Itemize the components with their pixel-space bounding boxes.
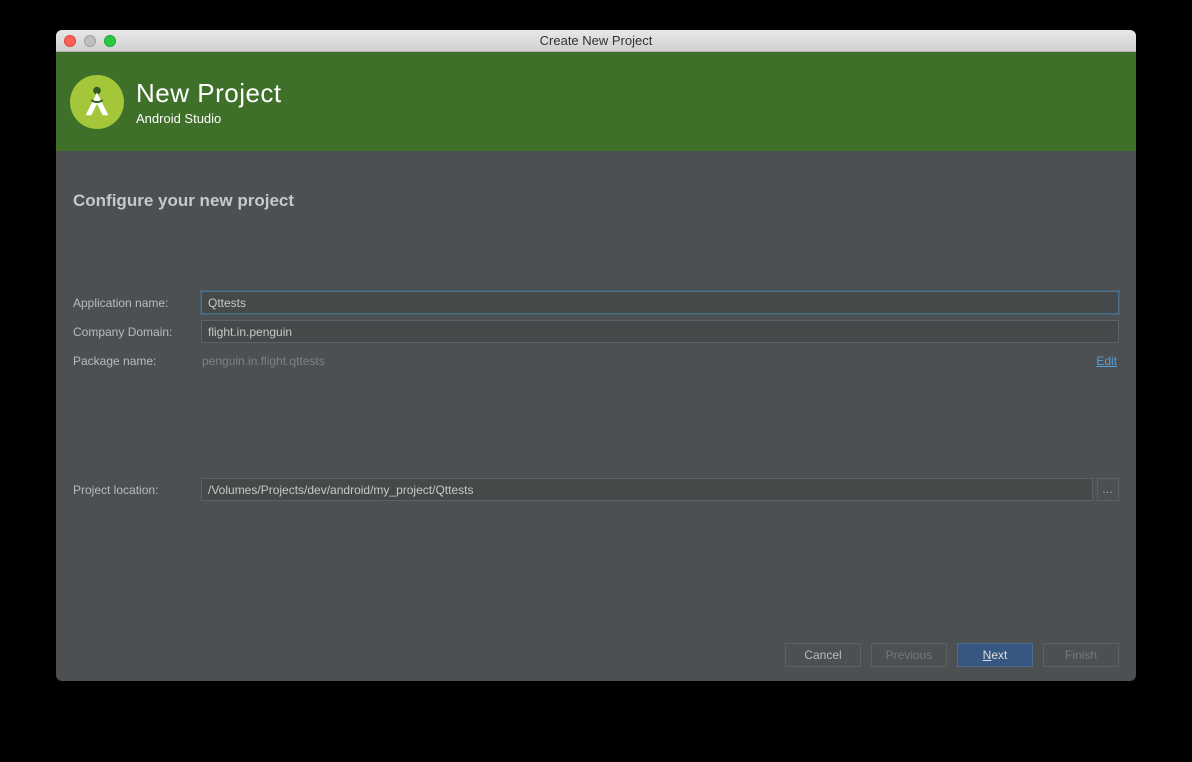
project-location-input[interactable] <box>201 478 1093 501</box>
package-name-label: Package name: <box>73 354 201 368</box>
traffic-lights <box>56 35 116 47</box>
content-area: Configure your new project Application n… <box>56 151 1136 629</box>
close-button[interactable] <box>64 35 76 47</box>
minimize-button <box>84 35 96 47</box>
window-title: Create New Project <box>540 33 653 48</box>
package-name-value: penguin.in.flight.qttests <box>201 354 1096 368</box>
project-location-group: … <box>201 478 1119 501</box>
next-suffix: ext <box>991 648 1007 662</box>
titlebar[interactable]: Create New Project <box>56 30 1136 52</box>
header-title: New Project <box>136 78 282 109</box>
maximize-button[interactable] <box>104 35 116 47</box>
footer-buttons: Cancel Previous Next Finish <box>56 629 1136 681</box>
company-domain-input[interactable] <box>201 320 1119 343</box>
cancel-button[interactable]: Cancel <box>785 643 861 667</box>
app-name-row: Application name: <box>73 291 1119 314</box>
section-title: Configure your new project <box>73 191 1119 211</box>
form: Application name: Company Domain: Packag… <box>73 291 1119 507</box>
previous-button: Previous <box>871 643 947 667</box>
android-studio-logo-icon <box>70 75 124 129</box>
project-location-label: Project location: <box>73 483 201 497</box>
header-text: New Project Android Studio <box>136 78 282 126</box>
header-subtitle: Android Studio <box>136 111 282 126</box>
dialog-window: Create New Project New Project Android S… <box>56 30 1136 681</box>
next-button[interactable]: Next <box>957 643 1033 667</box>
header-banner: New Project Android Studio <box>56 52 1136 151</box>
company-domain-label: Company Domain: <box>73 325 201 339</box>
spacer <box>73 378 1119 478</box>
finish-button: Finish <box>1043 643 1119 667</box>
package-name-row: Package name: penguin.in.flight.qttests … <box>73 349 1119 372</box>
browse-button[interactable]: … <box>1097 478 1119 501</box>
company-domain-row: Company Domain: <box>73 320 1119 343</box>
edit-package-link[interactable]: Edit <box>1096 354 1119 368</box>
project-location-row: Project location: … <box>73 478 1119 501</box>
app-name-label: Application name: <box>73 296 201 310</box>
app-name-input[interactable] <box>201 291 1119 314</box>
